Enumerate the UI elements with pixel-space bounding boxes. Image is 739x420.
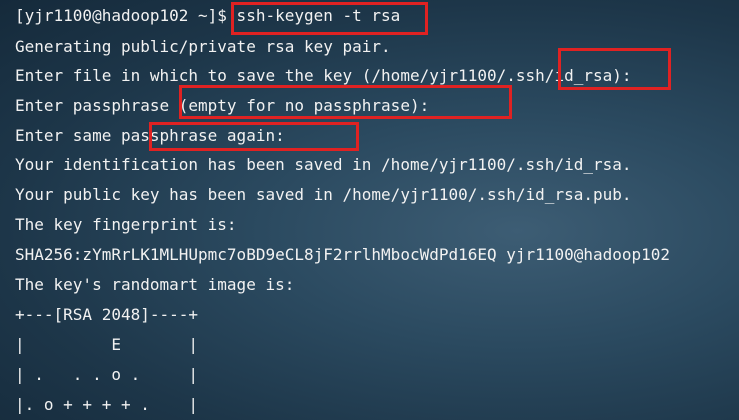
output-line-identification: Your identification has been saved in /h…: [15, 155, 632, 174]
output-line-generating: Generating public/private rsa key pair.: [15, 37, 391, 56]
highlight-box-empty-passphrase: [179, 85, 512, 119]
terminal-window[interactable]: [yjr1100@hadoop102 ~]$ ssh-keygen -t rsa…: [0, 0, 739, 420]
output-line-randomart-label: The key's randomart image is:: [15, 275, 295, 294]
randomart-line: | E |: [15, 335, 199, 354]
output-line-fingerprint: SHA256:zYmRrLK1MLHUpmc7oBD9eCL8jF2rrlhMb…: [15, 245, 671, 264]
highlight-box-id-rsa: [558, 48, 671, 90]
randomart-line-top: +---[RSA 2048]----+: [15, 305, 199, 324]
highlight-box-passphrase-again: [149, 122, 359, 151]
output-line-public-key: Your public key has been saved in /home/…: [15, 185, 632, 204]
randomart-line: |. o + + + + . |: [15, 395, 199, 414]
highlight-box-command: [231, 2, 428, 35]
randomart-line: | . . . o . |: [15, 365, 199, 384]
output-line-fingerprint-label: The key fingerprint is:: [15, 215, 237, 234]
